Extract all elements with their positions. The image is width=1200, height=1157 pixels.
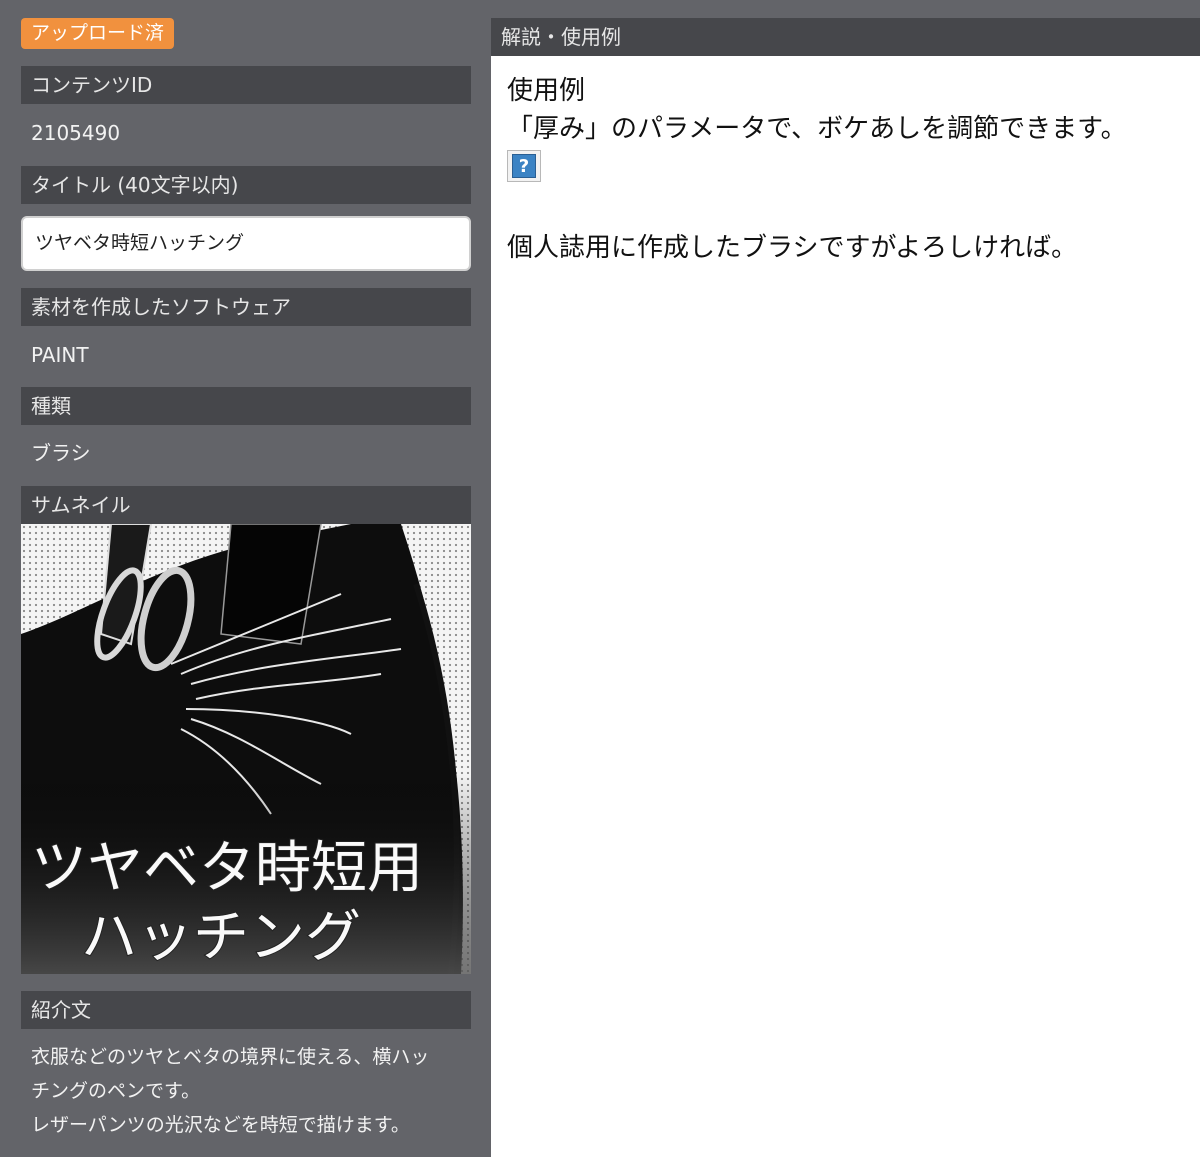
- thumbnail-label: サムネイル: [21, 486, 471, 524]
- intro-line: チングのペンです。: [31, 1080, 201, 1102]
- thumbnail-text-line1: ツヤベタ時短用: [31, 836, 423, 901]
- description-panel: [491, 56, 1200, 1157]
- intro-line: レザーパンツの光沢などを時短で描けます。: [31, 1114, 410, 1136]
- thumbnail-text-line2: ハッチング: [81, 905, 361, 970]
- type-label: 種類: [21, 387, 471, 425]
- title-label: タイトル (40文字以内): [21, 166, 471, 204]
- thumbnail-illustration: ツヤベタ時短用 ハッチング: [21, 524, 471, 974]
- thumbnail-image: ツヤベタ時短用 ハッチング: [21, 524, 471, 974]
- intro-line: 衣服などのツヤとベタの境界に使える、横ハッ: [31, 1046, 430, 1068]
- title-input[interactable]: ツヤベタ時短ハッチング: [21, 216, 471, 271]
- content-id-label: コンテンツID: [21, 66, 471, 104]
- description-line-personal: 個人誌用に作成したブラシですがよろしければ。: [507, 233, 1078, 263]
- status-badge: アップロード済: [21, 18, 175, 49]
- intro-label: 紹介文: [21, 991, 471, 1029]
- type-value: ブラシ: [31, 441, 91, 465]
- software-value: PAINT: [31, 343, 89, 367]
- content-id-value: 2105490: [31, 121, 121, 145]
- intro-text: 衣服などのツヤとベタの境界に使える、横ハッ チングのペンです。 レザーパンツの光…: [31, 1040, 471, 1142]
- description-header: 解説・使用例: [491, 18, 1200, 56]
- description-line-usage: 使用例: [507, 76, 586, 106]
- question-mark-icon: ?: [507, 150, 541, 182]
- description-line-thickness: 「厚み」のパラメータで、ボケあしを調節できます。: [507, 114, 1127, 144]
- software-label: 素材を作成したソフトウェア: [21, 288, 471, 326]
